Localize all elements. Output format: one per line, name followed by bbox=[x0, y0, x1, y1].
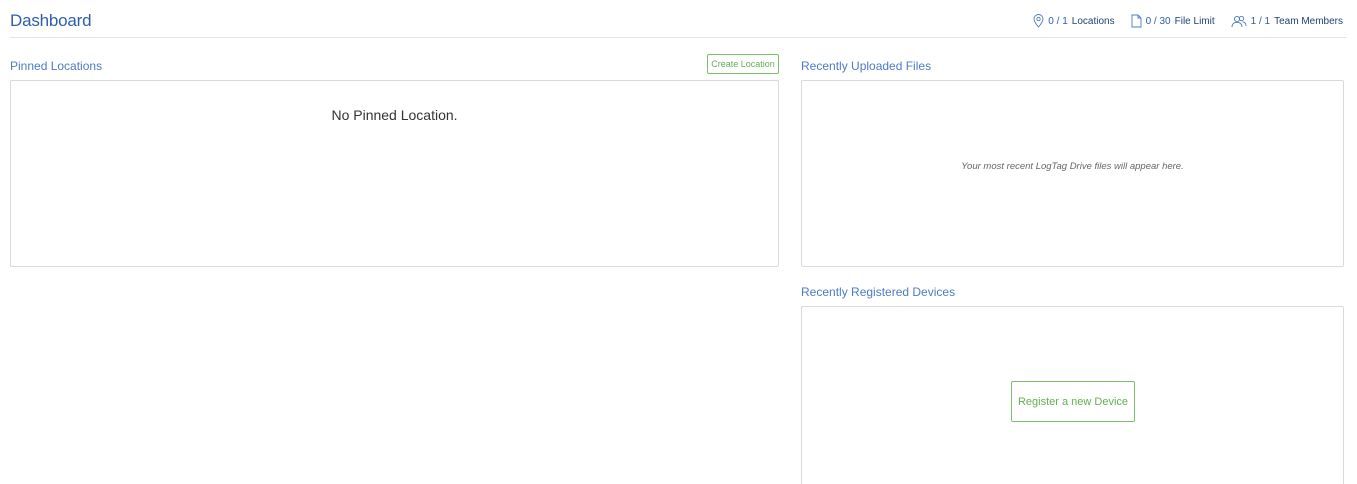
recent-devices-title: Recently Registered Devices bbox=[801, 285, 956, 299]
team-stat[interactable]: 1 / 1 Team Members bbox=[1231, 15, 1343, 28]
recent-devices-panel: Register a new Device bbox=[801, 306, 1344, 484]
create-location-button[interactable]: Create Location bbox=[707, 54, 779, 74]
recent-files-empty-text: Your most recent LogTag Drive files will… bbox=[961, 161, 1184, 172]
team-label: Team Members bbox=[1274, 15, 1343, 27]
location-pin-icon bbox=[1033, 14, 1044, 28]
locations-stat[interactable]: 0 / 1 Locations bbox=[1033, 14, 1115, 28]
files-label: File Limit bbox=[1174, 15, 1215, 27]
files-stat[interactable]: 0 / 30 File Limit bbox=[1131, 14, 1215, 28]
page-title: Dashboard bbox=[10, 11, 92, 30]
register-device-button[interactable]: Register a new Device bbox=[1011, 381, 1135, 422]
files-count: 0 / 30 bbox=[1145, 15, 1171, 27]
team-members-icon bbox=[1231, 15, 1247, 28]
usage-stats: 0 / 1 Locations 0 / 30 File Limit 1 / 1 … bbox=[1033, 14, 1343, 28]
recent-files-panel: Your most recent LogTag Drive files will… bbox=[801, 80, 1344, 267]
recent-files-title: Recently Uploaded Files bbox=[801, 59, 932, 73]
pinned-locations-title: Pinned Locations bbox=[10, 59, 103, 73]
header-divider bbox=[10, 37, 1347, 38]
pinned-locations-panel: No Pinned Location. bbox=[10, 80, 779, 267]
no-pinned-location-text: No Pinned Location. bbox=[331, 107, 458, 123]
locations-count: 0 / 1 bbox=[1048, 15, 1068, 27]
team-count: 1 / 1 bbox=[1250, 15, 1271, 27]
locations-label: Locations bbox=[1071, 15, 1115, 27]
file-icon bbox=[1131, 14, 1142, 28]
